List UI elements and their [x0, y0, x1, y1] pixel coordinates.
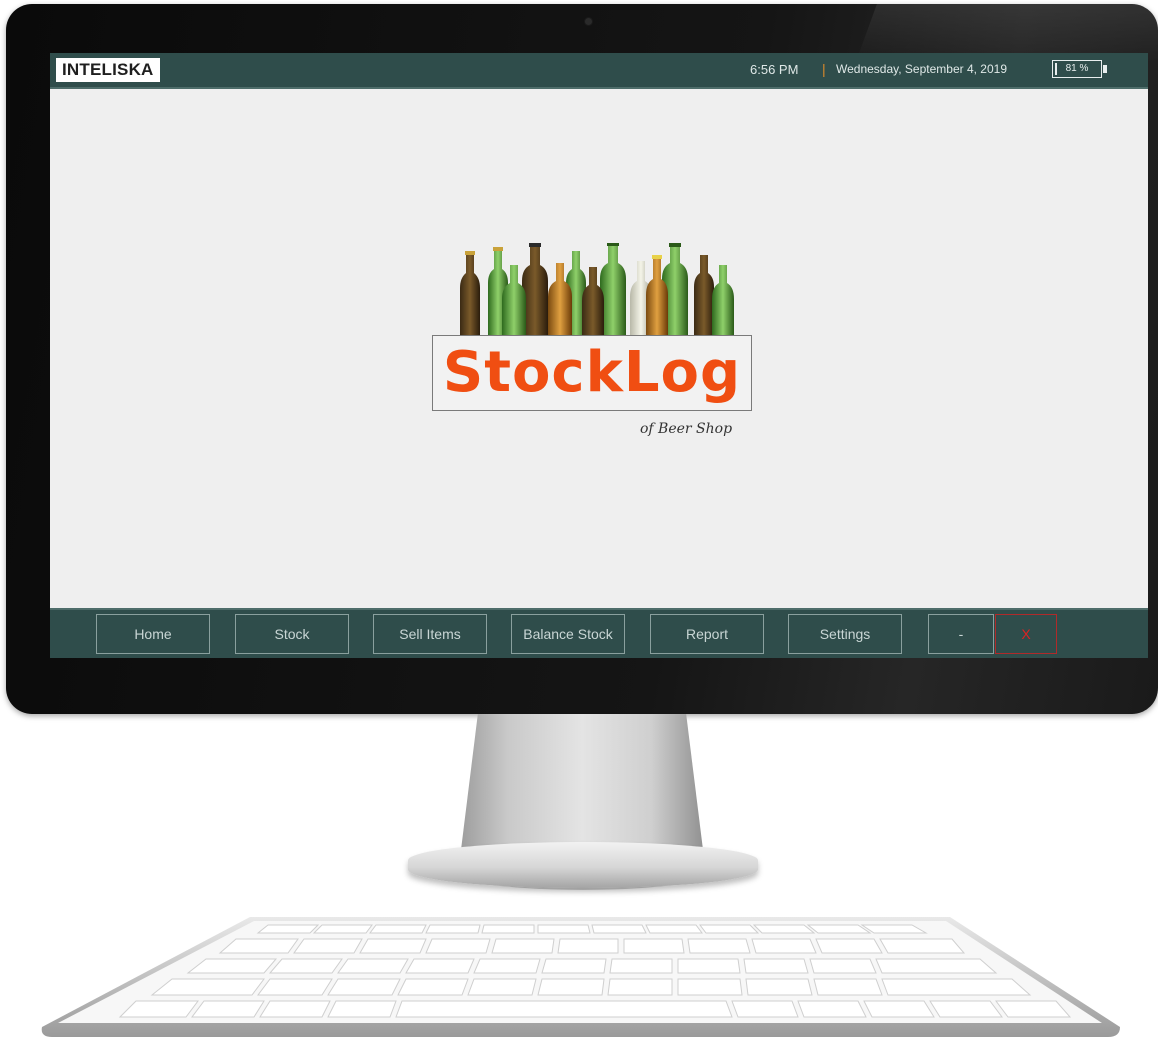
report-button[interactable]: Report [650, 614, 764, 654]
brand-title-box: StockLog [432, 335, 752, 411]
balance-stock-button[interactable]: Balance Stock [511, 614, 625, 654]
battery-tip [1103, 65, 1107, 73]
logo-text: INTELISKA [62, 60, 154, 79]
app-title: StockLog [442, 340, 742, 405]
brand-logo: INTELISKA [56, 58, 160, 82]
date-display: Wednesday, September 4, 2019 [836, 62, 1007, 76]
stock-button[interactable]: Stock [235, 614, 349, 654]
splash-logo: StockLog of Beer Shop [430, 243, 760, 443]
clock-separator: | [822, 61, 826, 77]
bottom-nav: Home Stock Sell Items Balance Stock Repo… [50, 608, 1148, 658]
monitor-stand-base [408, 842, 758, 888]
settings-button[interactable]: Settings [788, 614, 902, 654]
top-bar: INTELISKA 6:56 PM | Wednesday, September… [50, 53, 1148, 89]
battery-icon: 81 % [1052, 60, 1102, 78]
battery-percent: 81 % [1065, 63, 1089, 74]
close-button[interactable]: X [995, 614, 1057, 654]
home-button[interactable]: Home [96, 614, 210, 654]
app-subtitle: of Beer Shop [640, 421, 733, 437]
clock: 6:56 PM [750, 62, 799, 77]
keyboard-image [41, 917, 1120, 1037]
app-screen: INTELISKA 6:56 PM | Wednesday, September… [50, 53, 1148, 658]
sell-items-button[interactable]: Sell Items [373, 614, 487, 654]
beer-bottles-image [460, 243, 734, 338]
webcam [585, 18, 592, 25]
minimize-button[interactable]: - [928, 614, 994, 654]
